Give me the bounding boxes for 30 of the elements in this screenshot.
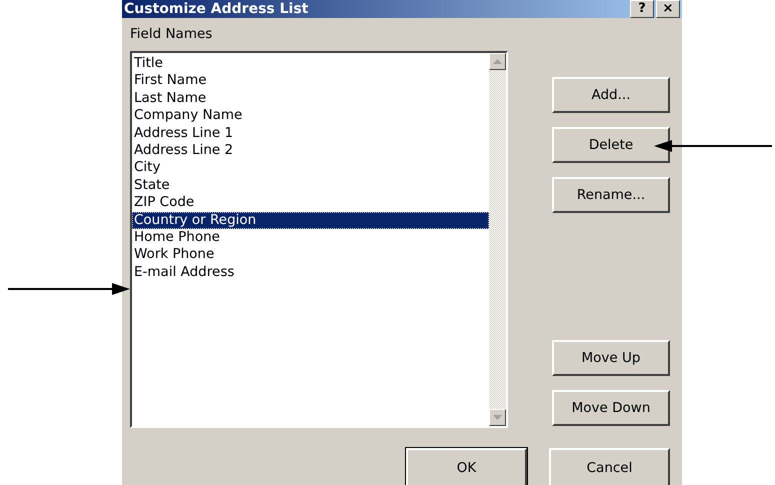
list-item[interactable]: City bbox=[132, 159, 489, 177]
list-item[interactable]: Address Line 2 bbox=[132, 142, 489, 160]
list-item[interactable]: Title bbox=[132, 55, 489, 72]
dialog-button[interactable]: Add... bbox=[552, 77, 670, 113]
scroll-up-button[interactable] bbox=[489, 53, 506, 70]
list-item[interactable]: Address Line 1 bbox=[132, 124, 489, 142]
ok-button[interactable]: OK bbox=[406, 448, 527, 485]
field-names-label: Field Names bbox=[130, 26, 212, 43]
list-item[interactable]: E-mail Address bbox=[132, 264, 489, 282]
up-arrow-icon bbox=[493, 59, 502, 64]
dialog-button[interactable]: Rename... bbox=[552, 177, 670, 213]
list-item[interactable]: First Name bbox=[132, 72, 489, 90]
window-title: Customize Address List bbox=[124, 1, 308, 17]
list-item[interactable]: Home Phone bbox=[132, 228, 489, 246]
dialog-button[interactable]: Move Up bbox=[552, 340, 670, 376]
cancel-button[interactable]: Cancel bbox=[549, 448, 670, 485]
list-item[interactable]: ZIP Code bbox=[132, 194, 489, 212]
scroll-down-button[interactable] bbox=[489, 409, 506, 426]
list-item[interactable]: Last Name bbox=[132, 90, 489, 108]
dialog-button[interactable]: Move Down bbox=[552, 390, 670, 426]
field-names-list[interactable]: Title First Name Last Name Company Name Address Line 1 Address Line 2 City State ZIP Code Country or Region Home Phone Work Phone E-mail Address bbox=[130, 51, 508, 428]
list-item[interactable]: Company Name bbox=[132, 107, 489, 125]
list-item[interactable]: State bbox=[132, 176, 489, 194]
dialog-button[interactable]: Delete bbox=[552, 127, 670, 163]
scrollbar[interactable] bbox=[489, 53, 506, 426]
close-button[interactable]: × bbox=[656, 0, 680, 18]
help-button[interactable]: ? bbox=[630, 0, 654, 18]
list-item[interactable]: Work Phone bbox=[132, 246, 489, 264]
list-item[interactable]: Country or Region bbox=[132, 212, 489, 229]
down-arrow-icon bbox=[493, 415, 502, 420]
